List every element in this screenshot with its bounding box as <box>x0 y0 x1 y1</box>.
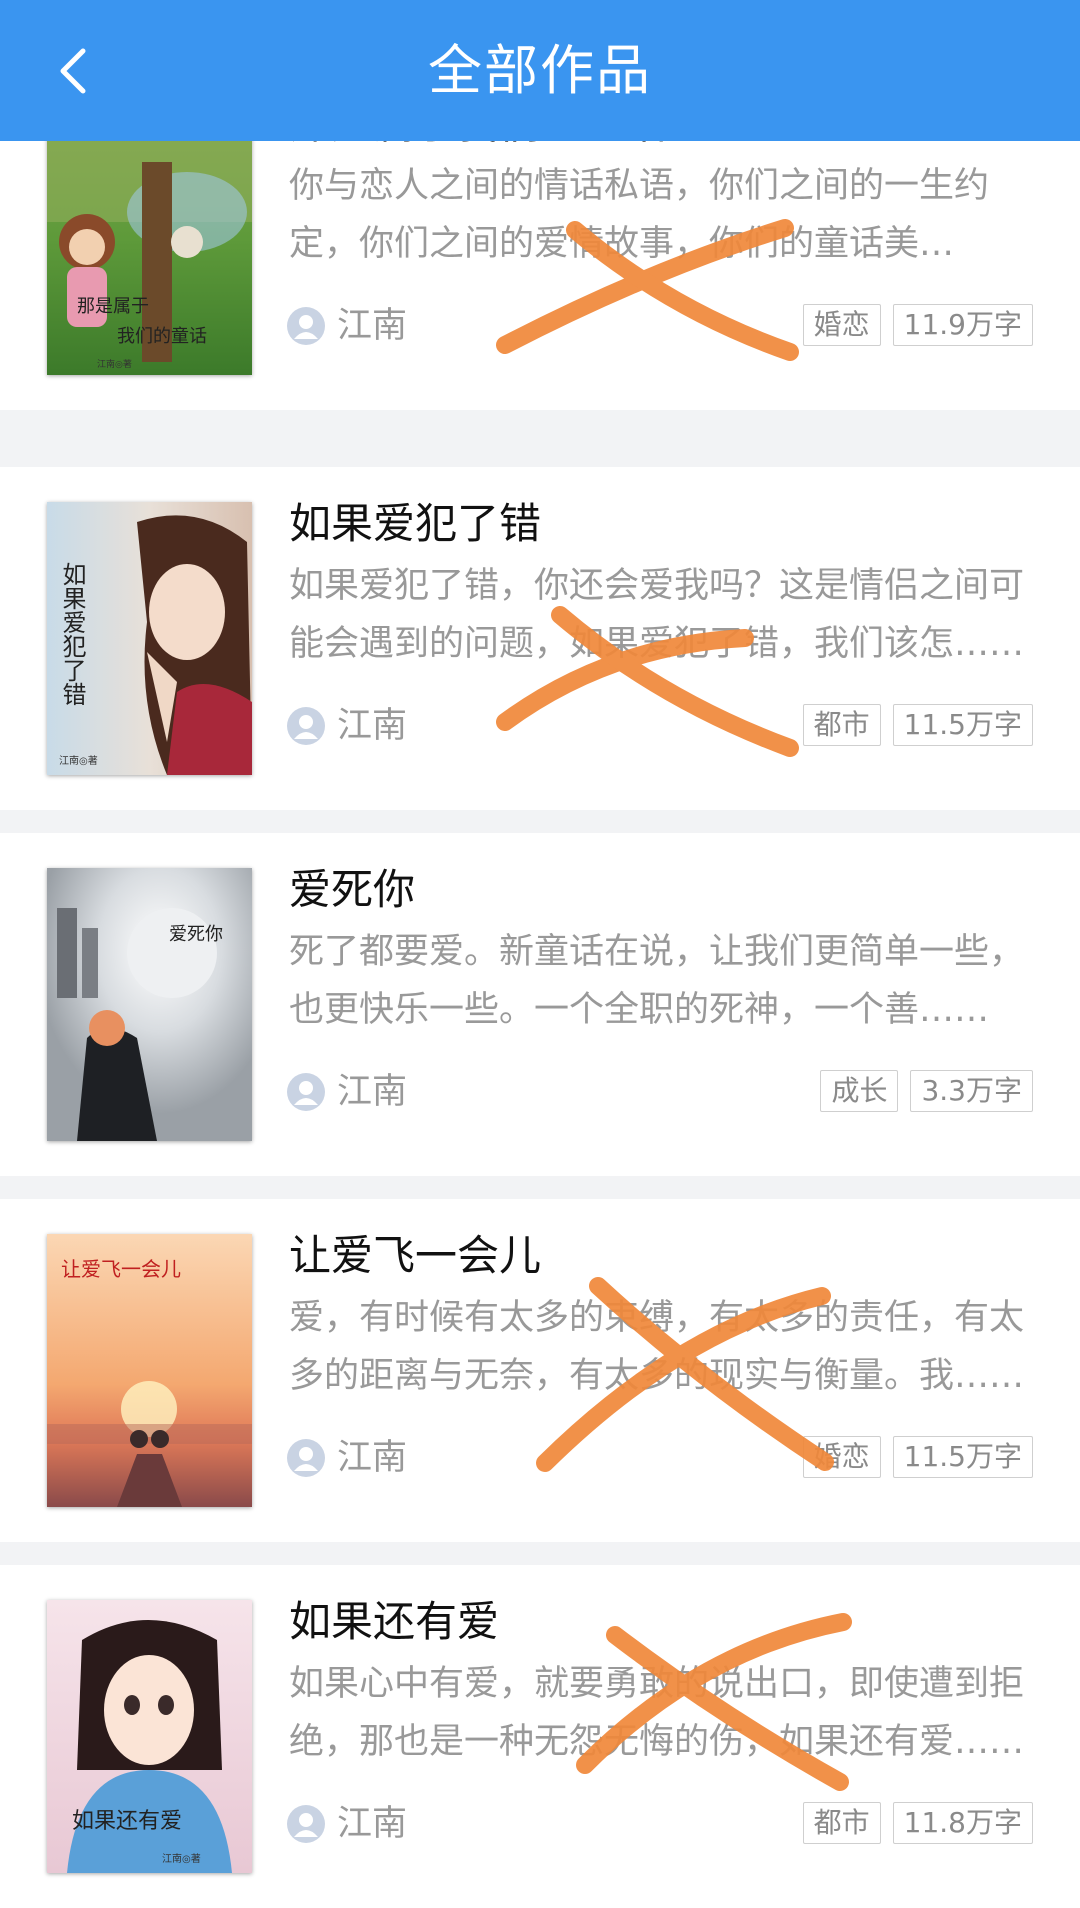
book-description: 如果心中有爱，就要勇敢的说出口，即使遭到拒绝，那也是一种无怨无悔的伤，如果还有爱… <box>289 1664 1025 1762</box>
book-tags: 成长 3.3万字 <box>820 1070 1033 1112</box>
book-cover: 那是属于 我们的童话 江南◎著 <box>47 102 252 375</box>
book-item[interactable]: 爱死你 爱死你 死了都要爱。新童话在说，让我们更简单一些，也更快乐一些。一个全职… <box>0 833 1080 1176</box>
book-description: 爱，有时候有太多的束缚，有太多的责任，有太多的距离与无奈，有太多的现实与衡量。我… <box>289 1298 1025 1396</box>
book-author: 江南 <box>337 1804 408 1844</box>
book-author: 江南 <box>337 1072 408 1112</box>
book-item[interactable]: 让爱飞一会儿 让爱飞一会儿 爱，有时候有太多的束缚，有太多的责任，有太多的距离与… <box>0 1199 1080 1542</box>
cover-text: 江南◎著 <box>162 1852 201 1865</box>
cover-text: 让爱飞一会儿 <box>61 1257 181 1281</box>
book-item[interactable]: 如果爱犯了错 江南◎著 如果爱犯了错 如果爱犯了错，你还会爱我吗？这是情侣之间可… <box>0 467 1080 810</box>
user-avatar-icon <box>287 307 325 345</box>
word-count-tag: 3.3万字 <box>910 1070 1033 1112</box>
word-count-tag: 11.5万字 <box>892 704 1033 746</box>
book-tags: 婚恋 11.5万字 <box>802 1436 1033 1478</box>
user-avatar-icon <box>287 1805 325 1843</box>
category-tag: 婚恋 <box>802 1436 881 1478</box>
book-cover: 如果爱犯了错 江南◎著 <box>47 502 252 775</box>
book-description: 你与恋人之间的情话私语，你们之间的一生约定，你们之间的爱情故事，你们的童话美好，… <box>289 166 990 264</box>
app-header: 全部作品 <box>0 0 1080 141</box>
user-avatar-icon <box>287 1073 325 1111</box>
book-title[interactable]: 如果爱犯了错 <box>289 497 541 551</box>
cover-text: 我们的童话 <box>117 326 207 347</box>
word-count-tag: 11.9万字 <box>892 304 1033 346</box>
book-cover: 爱死你 <box>47 868 252 1141</box>
category-tag: 成长 <box>820 1070 899 1112</box>
page-title: 全部作品 <box>428 39 652 102</box>
cover-text: 爱死你 <box>169 924 223 945</box>
category-tag: 婚恋 <box>802 304 881 346</box>
book-cover: 如果还有爱 江南◎著 <box>47 1600 252 1873</box>
book-cover: 让爱飞一会儿 <box>47 1234 252 1507</box>
cover-text: 如果爱犯了错 <box>58 562 86 706</box>
book-description: 死了都要爱。新童话在说，让我们更简单一些，也更快乐一些。一个全职的死神，一个善…… <box>289 932 1025 1030</box>
cover-text: 江南◎著 <box>59 754 98 767</box>
book-tags: 都市 11.8万字 <box>802 1802 1033 1844</box>
book-author: 江南 <box>337 1438 408 1478</box>
book-description: 如果爱犯了错，你还会爱我吗？这是情侣之间可能会遇到的问题，如果爱犯了错，我们该怎… <box>289 566 1025 664</box>
category-tag: 都市 <box>802 1802 881 1844</box>
cover-text: 那是属于 <box>77 296 149 317</box>
book-item[interactable]: 如果还有爱 江南◎著 如果还有爱 如果心中有爱，就要勇敢的说出口，即使遭到拒绝，… <box>0 1565 1080 1908</box>
cover-text: 江南◎著 <box>97 358 132 370</box>
book-title[interactable]: 爱死你 <box>289 863 415 917</box>
word-count-tag: 11.8万字 <box>892 1802 1033 1844</box>
word-count-tag: 11.5万字 <box>892 1436 1033 1478</box>
book-tags: 都市 11.5万字 <box>802 704 1033 746</box>
book-author: 江南 <box>337 306 408 346</box>
user-avatar-icon <box>287 1439 325 1477</box>
book-title[interactable]: 如果还有爱 <box>289 1595 499 1649</box>
book-tags: 婚恋 11.9万字 <box>802 304 1033 346</box>
category-tag: 都市 <box>802 704 881 746</box>
user-avatar-icon <box>287 707 325 745</box>
cover-text: 如果还有爱 <box>72 1809 182 1834</box>
book-title[interactable]: 让爱飞一会儿 <box>289 1229 541 1283</box>
book-author: 江南 <box>337 706 408 746</box>
